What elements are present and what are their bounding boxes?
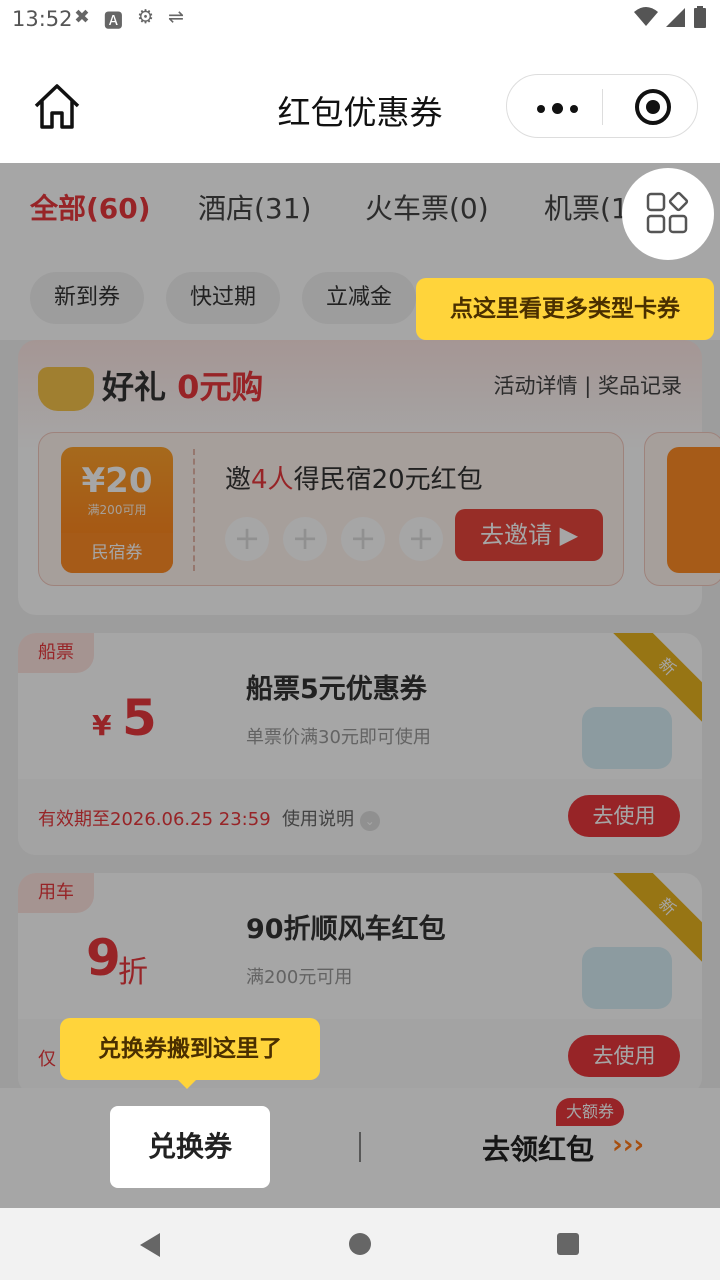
battery-saver-icon: ✖ [74,6,90,28]
settings-icon: ⚙ [136,6,154,28]
exchange-moved-tooltip: 兑换券搬到这里了 [60,1018,320,1089]
status-time: 13:52 [12,7,73,31]
more-categories-button[interactable] [622,168,714,260]
more-types-tooltip: 点这里看更多类型卡券 [416,278,714,340]
status-bar: 13:52 ✖ 🅰 ⚙ ⇌ [0,0,720,38]
grid-icon [646,191,689,234]
exchange-coupon-button[interactable]: 兑换券 [110,1106,270,1188]
android-nav-bar [0,1208,720,1280]
capsule-divider [602,89,603,125]
home-nav-icon[interactable] [349,1233,371,1255]
more-icon[interactable] [537,103,578,114]
battery-icon [694,6,706,28]
a-icon: 🅰 [103,10,123,32]
back-icon[interactable] [138,1232,162,1258]
data-icon: ⇌ [167,6,184,28]
nav-bar: 红包优惠券 [0,38,720,163]
wifi-icon [634,7,658,26]
signal-icon [666,8,685,27]
close-target-icon[interactable] [635,89,671,125]
mini-program-capsule [506,74,698,138]
recents-icon[interactable] [557,1233,579,1255]
